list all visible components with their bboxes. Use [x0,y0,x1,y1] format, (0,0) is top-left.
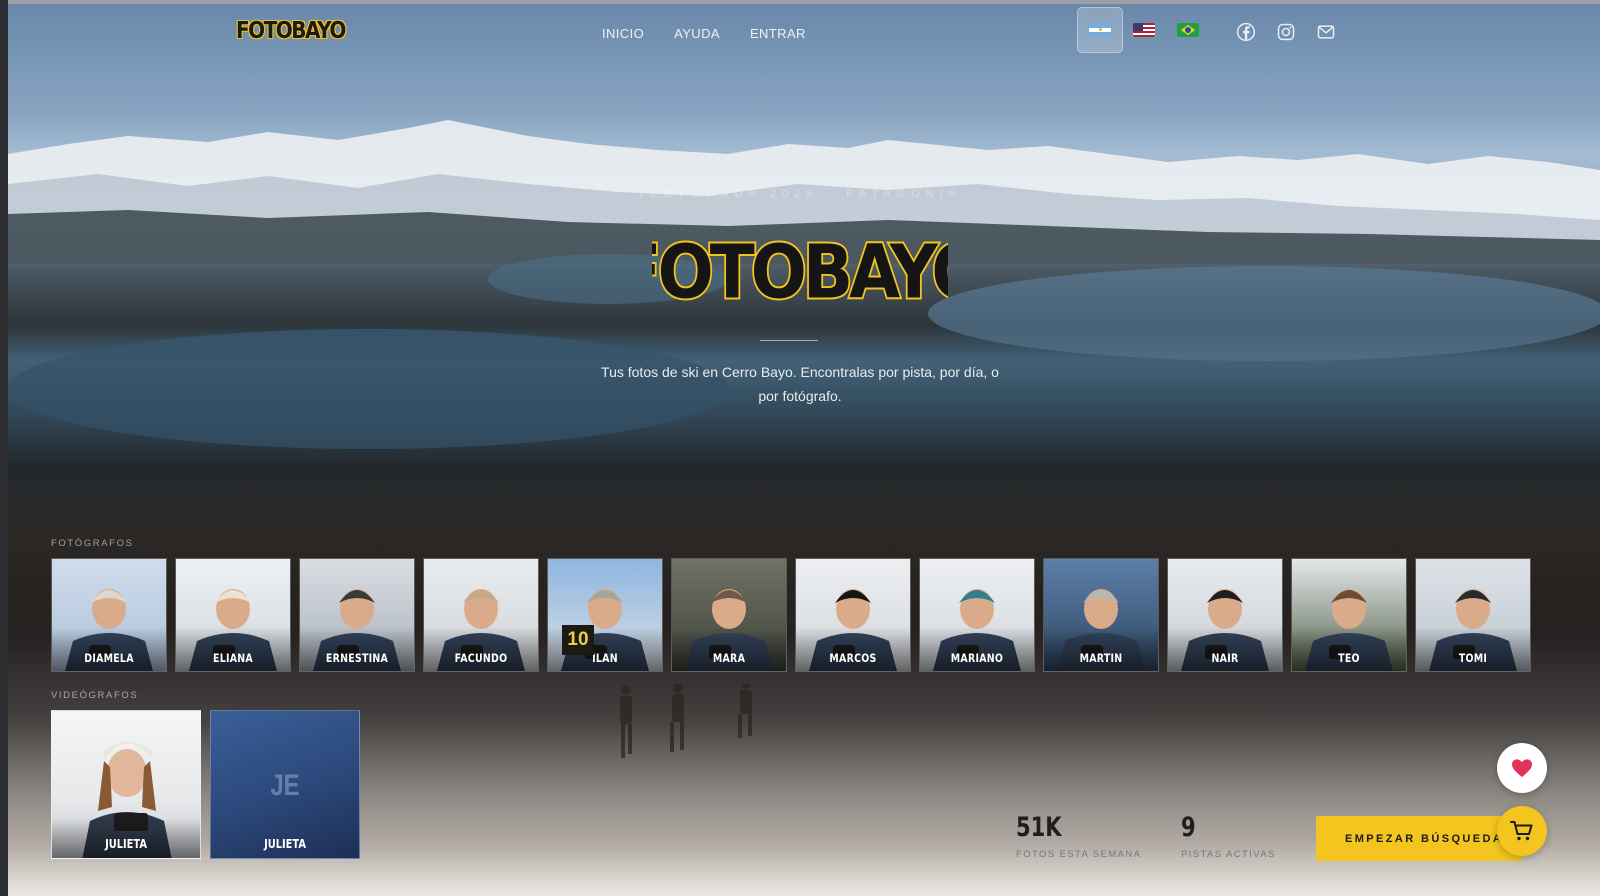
favorites-button[interactable] [1497,743,1547,793]
cart-button[interactable] [1497,806,1547,856]
photographer-tile[interactable]: ELIANA [175,558,291,672]
shopping-cart-icon [1510,821,1533,841]
videographers-label: VIDEÓGRAFOS [51,690,139,701]
photographer-tile[interactable]: FACUNDO [423,558,539,672]
top-navigation: FOTOBAYO INICIO AYUDA ENTRAR [8,4,1600,56]
nav-link-ayuda[interactable]: AYUDA [674,26,720,41]
language-button-portuguese[interactable] [1165,7,1211,53]
mail-icon[interactable] [1316,22,1336,42]
language-button-english[interactable] [1121,7,1167,53]
stat-photos-value: 51K [1016,812,1062,843]
hero-eyebrow: TEMPORADA 2025 · PATAGONIA [637,188,963,200]
photographer-name: TEO [1338,651,1360,665]
videographer-name: JULIETA [105,837,147,851]
photographer-tile[interactable]: ILAN 10 [547,558,663,672]
videographer-name: JULIETA [264,837,306,851]
videographers-grid: JULIETA JE JULIETA [51,710,360,859]
stat-slopes-label: PISTAS ACTIVAS [1181,849,1276,860]
heart-icon [1512,759,1532,778]
hero-tagline: Tus fotos de ski en Cerro Bayo. Encontra… [601,364,999,404]
argentina-flag-icon [1089,23,1111,37]
photographer-tile[interactable]: TEO [1291,558,1407,672]
photographer-name: ELIANA [213,651,253,665]
hikers-silhouette [620,684,752,758]
facebook-icon[interactable] [1236,22,1256,42]
language-button-spanish[interactable] [1077,7,1123,53]
videographer-tile[interactable]: JE JULIETA [210,710,360,859]
nav-link-entrar[interactable]: ENTRAR [750,26,806,41]
start-search-button[interactable]: EMPEZAR BÚSQUEDA → [1316,816,1522,861]
hero-divider [760,340,818,341]
instagram-icon[interactable] [1276,22,1296,42]
photographer-tile[interactable]: MARIANO [919,558,1035,672]
videographer-initials: JE [270,769,300,802]
header-logo[interactable]: FOTOBAYO [236,16,346,44]
photographer-badge: 10 [562,625,594,655]
stat-slopes-value: 9 [1181,812,1196,843]
hero-logo-text: FOTOBAYO [652,229,948,316]
window-left-edge [0,0,8,896]
photographer-name: MARTIN [1079,651,1123,665]
photographer-name: MARIANO [950,651,1004,665]
photographer-name: NAIR [1211,651,1239,665]
photographer-name: MARCOS [829,651,877,665]
usa-flag-icon [1133,23,1155,37]
photographer-tile[interactable]: MARTIN [1043,558,1159,672]
photographer-name: TOMI [1458,651,1488,665]
photographer-tile[interactable]: MARA [671,558,787,672]
brazil-flag-icon [1177,23,1199,37]
photographer-tile[interactable]: DIAMELA [51,558,167,672]
photographer-name: ERNESTINA [325,651,389,665]
photographer-name: MARA [712,651,746,665]
nav-links: INICIO AYUDA ENTRAR [602,26,806,41]
nav-link-inicio[interactable]: INICIO [602,26,644,41]
photographers-label: FOTÓGRAFOS [51,538,134,549]
photographer-tile[interactable]: ERNESTINA [299,558,415,672]
videographer-tile[interactable]: JULIETA [51,710,201,859]
stat-photos-label: FOTOS ESTA SEMANA [1016,849,1142,860]
photographer-tile[interactable]: TOMI [1415,558,1531,672]
photographers-grid: DIAMELA ELIANA ERNESTINA FACUNDO ILAN 10 MARA M… [51,558,1531,672]
photographer-tile[interactable]: MARCOS [795,558,911,672]
photographer-tile[interactable]: NAIR [1167,558,1283,672]
photographer-name: FACUNDO [454,651,508,665]
photographer-name: DIAMELA [84,651,134,665]
hero-logo: FOTOBAYO [652,227,948,316]
